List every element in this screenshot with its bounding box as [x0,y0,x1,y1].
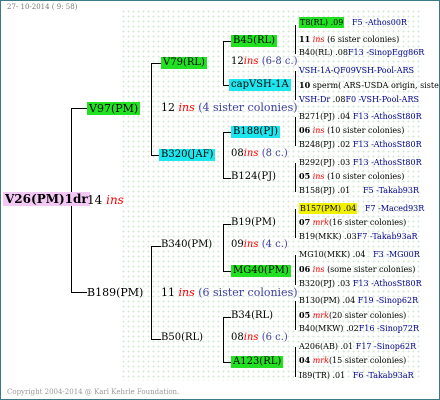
queen-v79[interactable]: V79(RL) [161,57,207,69]
gen3-ins: 06 ins (some sister colonies) [299,264,416,274]
gen1-ins: 11 ins (6 sister colonies) [161,286,298,299]
connector [295,255,296,285]
queen-mg40[interactable]: MG40(PM) [231,265,291,277]
ancestor-row[interactable]: B19(MKK) .03F7 -Takab93aR [299,233,418,241]
gen3-ins: 04 mrk(15 sister colonies) [299,355,407,365]
ancestor-row[interactable]: B40(MKW) .02F16 -Sinop72R [299,325,419,333]
gen3-ins: 06 ins (10 sister colonies) [299,125,405,135]
ancestor-row[interactable]: MG10(MKK) .04 F3 -MG00R [299,251,420,259]
connector [151,246,161,247]
connector [223,132,224,178]
dam-b189[interactable]: B189(PM) [87,287,143,298]
ancestor-row[interactable]: T8(RL) .09 F5 -Athos00R [299,17,407,28]
ancestor-row[interactable]: B130(PM) .04 F19 -Sinop62R [299,297,418,305]
connector [223,317,224,362]
connector [223,178,231,179]
ancestor-row[interactable]: VSH-Dr .08F0 -VSH-Pool-ARS [299,96,419,104]
queen-b320[interactable]: B320(JAF) [159,149,216,161]
connector [71,292,87,293]
connector [223,317,231,318]
connector [223,362,231,363]
queen-b124[interactable]: B124(PJ) [231,172,276,182]
ancestor-row[interactable]: B158(PJ) .01 F5 -Takab93R [299,187,419,195]
pedigree-frame: 27- 10-2014 ( 9: 58) V26(PM)1dr 14 ins V… [0,0,440,400]
ancestor-row[interactable]: B292(PJ) .03 F13 -AthosSt80R [299,159,422,167]
queen-b340[interactable]: B340(PM) [161,240,212,250]
connector [295,117,296,146]
connector [295,163,296,192]
connector [223,271,231,272]
gen3-ins: 07 mrk(16 sister colonies) [299,217,407,227]
queen-b45[interactable]: B45(RL) [231,35,278,47]
gen3-ins: 05 mrk(20 sister colonies) [299,310,407,320]
connector [71,108,87,109]
gen3-ins: 11 ins (6 sister colonies) [299,34,400,44]
connector [295,347,296,377]
gen3-ins: 10 sperm( ARS-USDA origin, sister coloni… [299,80,439,90]
ancestor-row[interactable]: VSH-1A-QF09VSH-Pool-ARS [299,67,414,75]
root-queen[interactable]: V26(PM)1dr [3,192,90,206]
connector [151,63,161,64]
queen-b19[interactable]: B19(PM) [231,218,276,228]
ancestor-row[interactable]: A206(AB) .01 F17 -Sinop62R [299,343,416,351]
connector [223,41,231,42]
gen2-ins: 12ins (6-8 c.) [231,56,298,67]
connector [295,25,296,54]
sire-v97[interactable]: V97(PM) [87,102,141,115]
connector [223,224,231,225]
ancestor-row[interactable]: I89(TR) .01 F6 -Takab93aR [299,372,414,380]
connector [223,41,224,85]
connector [295,209,296,238]
gen2-ins: 08ins (8 c.) [231,148,288,159]
queen-a123[interactable]: A123(RL) [231,356,284,368]
root-inseminated: 14 ins [87,193,124,207]
connector [295,71,296,100]
ancestor-row[interactable]: B157(PM) .04 F7 -Maced93R [299,203,424,214]
gen1-ins: 12 ins (4 sister colonies) [161,101,298,114]
ancestor-row[interactable]: B248(PJ) .02 F13 -AthosSt80R [299,141,422,149]
queen-b188[interactable]: B188(PJ) [231,126,280,138]
gen3-ins: 05 ins (10 sister colonies) [299,171,405,181]
queen-b50[interactable]: B50(RL) [161,333,203,343]
queen-capvsh[interactable]: capVSH-1A [229,79,291,91]
queen-b34[interactable]: B34(RL) [231,311,273,321]
ancestor-row[interactable]: B271(PJ) .04 F13 -AthosSt80R [299,113,422,121]
connector [151,246,152,339]
connector [151,155,159,156]
copyright: Copyright 2004-2014 @ Karl Kehrle Founda… [7,388,180,396]
connector [223,224,224,271]
connector [223,132,231,133]
timestamp: 27- 10-2014 ( 9: 58) [7,3,78,11]
ancestor-row[interactable]: B40(RL) .08F13 -SinopEgg86R [299,49,424,57]
gen2-ins: 08ins (6 c.) [231,332,288,343]
ancestor-row[interactable]: B320(PJ) .03 F13 -AthosSt80R [299,280,422,288]
connector [151,339,161,340]
connector [151,63,152,155]
connector [295,301,296,330]
gen2-ins: 09ins (4 c.) [231,239,288,250]
